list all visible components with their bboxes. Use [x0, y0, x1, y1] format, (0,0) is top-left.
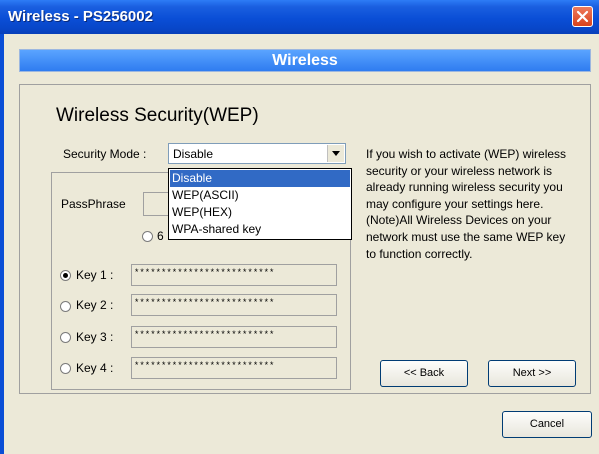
option-wep-ascii[interactable]: WEP(ASCII): [170, 187, 350, 204]
section-banner: Wireless: [19, 49, 591, 72]
security-mode-dropdown-list: Disable WEP(ASCII) WEP(HEX) WPA-shared k…: [168, 168, 352, 240]
key-2-radio[interactable]: [60, 301, 71, 312]
option-wep-hex[interactable]: WEP(HEX): [170, 204, 350, 221]
wizard-window: Wireless - PS256002 Wireless Wireless Se…: [0, 0, 599, 454]
dropdown-arrow-button[interactable]: [327, 145, 344, 162]
key-4-radio[interactable]: [60, 363, 71, 374]
help-text: If you wish to activate (WEP) wireless s…: [366, 147, 567, 261]
key-length-label: 6: [157, 229, 164, 243]
radio-selected-dot: [63, 273, 68, 278]
key-4-input[interactable]: **************************: [131, 357, 337, 379]
chevron-down-icon: [332, 151, 340, 156]
key-length-radio[interactable]: [142, 231, 153, 242]
security-mode-value: Disable: [173, 147, 214, 161]
option-wpa-shared-key[interactable]: WPA-shared key: [170, 221, 350, 238]
back-button[interactable]: << Back: [380, 360, 468, 387]
option-disable[interactable]: Disable: [170, 170, 350, 187]
key-3-label: Key 3 :: [76, 330, 114, 344]
page-title: Wireless Security(WEP): [56, 105, 259, 126]
security-mode-label: Security Mode :: [63, 147, 147, 161]
key-4-label: Key 4 :: [76, 361, 114, 375]
window-title: Wireless - PS256002: [8, 8, 153, 25]
title-bar[interactable]: Wireless - PS256002: [0, 0, 599, 34]
next-button[interactable]: Next >>: [488, 360, 576, 387]
cancel-button[interactable]: Cancel: [502, 411, 592, 438]
key-1-label: Key 1 :: [76, 268, 114, 282]
key-3-input[interactable]: **************************: [131, 326, 337, 348]
security-mode-select[interactable]: Disable: [168, 143, 346, 164]
key-2-label: Key 2 :: [76, 298, 114, 312]
close-icon: [576, 10, 589, 23]
key-1-input[interactable]: **************************: [131, 264, 337, 286]
key-3-radio[interactable]: [60, 332, 71, 343]
key-2-input[interactable]: **************************: [131, 294, 337, 316]
close-button[interactable]: [572, 6, 593, 27]
passphrase-label: PassPhrase: [61, 197, 126, 211]
window-frame: [0, 34, 4, 454]
key-1-radio[interactable]: [60, 270, 71, 281]
